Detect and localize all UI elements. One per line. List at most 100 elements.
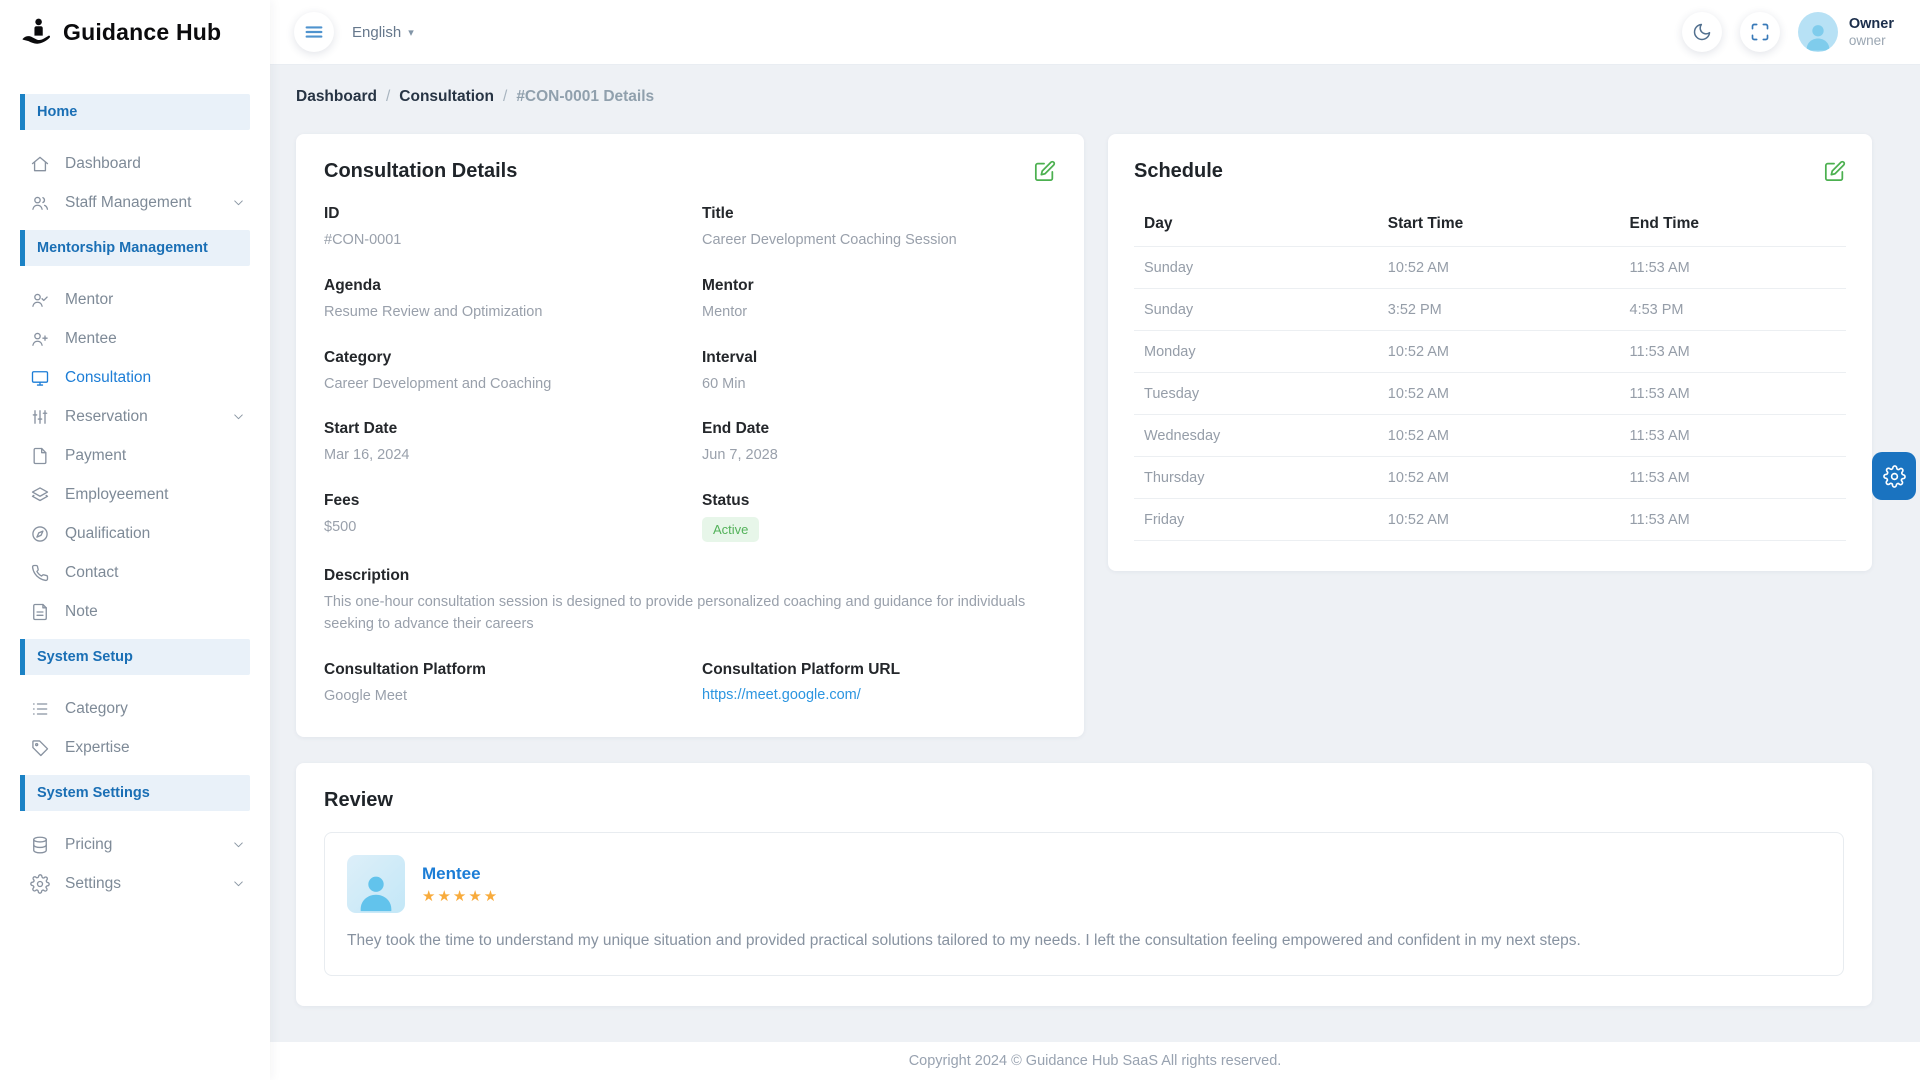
- chevron-down-icon: [231, 876, 246, 891]
- sidebar-item-label: Reservation: [65, 408, 148, 426]
- field-label: Fees: [324, 492, 678, 510]
- user-name: Owner: [1849, 15, 1894, 33]
- edit-icon: [1034, 160, 1056, 182]
- field-mentor: MentorMentor: [702, 277, 1056, 324]
- sidebar-item-mentor[interactable]: Mentor: [0, 280, 270, 319]
- avatar: [1798, 12, 1838, 52]
- field-value: This one-hour consultation session is de…: [324, 592, 1056, 636]
- chevron-down-icon: ▾: [408, 26, 414, 39]
- schedule-cell: Tuesday: [1134, 373, 1378, 415]
- sidebar-item-label: Mentor: [65, 291, 113, 309]
- field-label: Title: [702, 205, 1056, 223]
- reviewer-name[interactable]: Mentee: [422, 864, 499, 884]
- sidebar-item-consultation[interactable]: Consultation: [0, 358, 270, 397]
- file-icon: [30, 446, 50, 466]
- sidebar-item-staff-management[interactable]: Staff Management: [0, 183, 270, 222]
- column-header-end-time: End Time: [1620, 205, 1846, 247]
- sidebar-item-label: Payment: [65, 447, 126, 465]
- schedule-table-head: DayStart TimeEnd Time: [1134, 205, 1846, 247]
- sidebar-item-note[interactable]: Note: [0, 592, 270, 631]
- tag-icon: [30, 738, 50, 758]
- consultation-details-card: Consultation Details ID#CON-0001TitleCar…: [296, 134, 1084, 737]
- schedule-cell: 11:53 AM: [1620, 499, 1846, 541]
- schedule-cell: Wednesday: [1134, 415, 1378, 457]
- field-end-date: End Date Jun 7, 2028: [702, 420, 1056, 467]
- floating-settings-button[interactable]: [1872, 452, 1916, 500]
- sidebar-toggle-button[interactable]: [294, 12, 334, 52]
- schedule-cell: Monday: [1134, 331, 1378, 373]
- schedule-cell: 11:53 AM: [1620, 247, 1846, 289]
- schedule-cell: 11:53 AM: [1620, 373, 1846, 415]
- footer: Copyright 2024 © Guidance Hub SaaS All r…: [270, 1042, 1920, 1080]
- field-value: Mar 16, 2024: [324, 445, 678, 467]
- schedule-cell: Thursday: [1134, 457, 1378, 499]
- sidebar-item-dashboard[interactable]: Dashboard: [0, 144, 270, 183]
- schedule-cell: Sunday: [1134, 247, 1378, 289]
- breadcrumb-consultation[interactable]: Consultation: [399, 88, 494, 106]
- moon-icon: [1692, 22, 1712, 42]
- sidebar-item-reservation[interactable]: Reservation: [0, 397, 270, 436]
- compass-icon: [30, 524, 50, 544]
- language-selector[interactable]: English ▾: [352, 24, 414, 41]
- sidebar-item-contact[interactable]: Contact: [0, 553, 270, 592]
- sidebar-item-label: Note: [65, 603, 98, 621]
- main-area: English ▾ Owner owner: [270, 0, 1920, 1080]
- sidebar-section-home: Home: [20, 94, 250, 130]
- reviewer-info: Mentee ★★★★★: [422, 864, 499, 905]
- sidebar-item-label: Staff Management: [65, 194, 191, 212]
- table-row: Wednesday10:52 AM11:53 AM: [1134, 415, 1846, 457]
- schedule-cell: 3:52 PM: [1378, 289, 1620, 331]
- field-fees: Fees$500: [324, 492, 678, 542]
- review-card: Review Mentee ★★★★★ They took the time t…: [296, 763, 1872, 1005]
- schedule-card-title: Schedule: [1134, 160, 1223, 183]
- field-value: Resume Review and Optimization: [324, 302, 678, 324]
- review-card-title: Review: [324, 789, 1844, 812]
- sidebar-section-system-settings: System Settings: [20, 775, 250, 811]
- sidebar-item-mentee[interactable]: Mentee: [0, 319, 270, 358]
- fullscreen-button[interactable]: [1740, 12, 1780, 52]
- sidebar-item-category[interactable]: Category: [0, 689, 270, 728]
- review-text: They took the time to understand my uniq…: [347, 929, 1821, 952]
- sidebar-item-payment[interactable]: Payment: [0, 436, 270, 475]
- edit-details-button[interactable]: [1034, 160, 1056, 182]
- app-logo[interactable]: Guidance Hub: [0, 0, 270, 64]
- header-row: DayStart TimeEnd Time: [1134, 205, 1846, 247]
- field-label: Consultation Platform URL: [702, 661, 1056, 679]
- user-menu[interactable]: Owner owner: [1798, 12, 1894, 52]
- sliders-icon: [30, 407, 50, 427]
- platform-url-link[interactable]: https://meet.google.com/: [702, 687, 861, 703]
- user-plus-icon: [30, 329, 50, 349]
- sidebar-item-qualification[interactable]: Qualification: [0, 514, 270, 553]
- breadcrumb-dashboard[interactable]: Dashboard: [296, 88, 377, 106]
- guidance-hub-logo-icon: [20, 15, 54, 49]
- language-label: English: [352, 24, 401, 41]
- sidebar-section-system-setup: System Setup: [20, 639, 250, 675]
- schedule-cell: 11:53 AM: [1620, 415, 1846, 457]
- chevron-down-icon: [231, 837, 246, 852]
- schedule-cell: 4:53 PM: [1620, 289, 1846, 331]
- sidebar-item-settings[interactable]: Settings: [0, 864, 270, 903]
- sidebar-item-employeement[interactable]: Employeement: [0, 475, 270, 514]
- field-value: Jun 7, 2028: [702, 445, 1056, 467]
- dark-mode-button[interactable]: [1682, 12, 1722, 52]
- chevron-down-icon: [231, 195, 246, 210]
- chevron-down-icon: [231, 409, 246, 424]
- sidebar-item-pricing[interactable]: Pricing: [0, 825, 270, 864]
- edit-schedule-button[interactable]: [1824, 160, 1846, 182]
- field-value: #CON-0001: [324, 230, 678, 252]
- details-card-title: Consultation Details: [324, 160, 517, 183]
- field-value: 60 Min: [702, 374, 1056, 396]
- reviewer-avatar: [347, 855, 405, 913]
- rating-stars: ★★★★★: [422, 887, 499, 905]
- details-card-header: Consultation Details: [324, 160, 1056, 183]
- reviewer-row: Mentee ★★★★★: [347, 855, 1821, 913]
- home-icon: [30, 154, 50, 174]
- fullscreen-icon: [1750, 22, 1770, 42]
- field-label: Description: [324, 567, 1056, 585]
- sidebar-item-expertise[interactable]: Expertise: [0, 728, 270, 767]
- field-label: End Date: [702, 420, 1056, 438]
- database-icon: [30, 835, 50, 855]
- sidebar-item-label: Expertise: [65, 739, 130, 757]
- field-label: Status: [702, 492, 1056, 510]
- table-row: Thursday10:52 AM11:53 AM: [1134, 457, 1846, 499]
